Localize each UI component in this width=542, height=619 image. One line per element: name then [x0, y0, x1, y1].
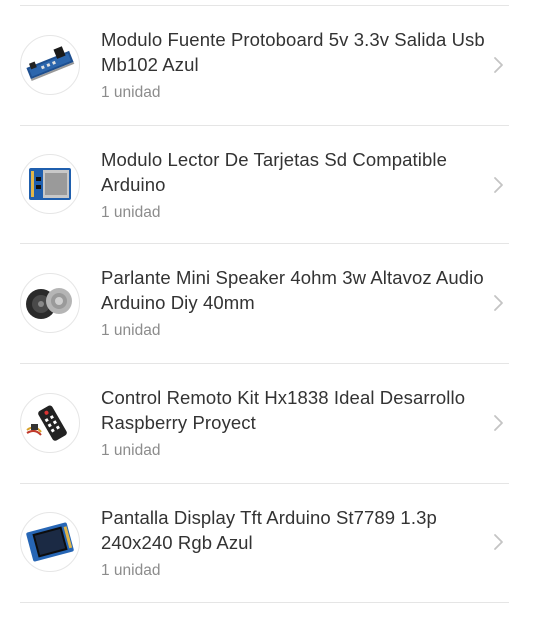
item-title: Control Remoto Kit Hx1838 Ideal Desarrol…	[101, 387, 466, 433]
sd-card-module-icon	[20, 154, 80, 214]
chevron-right-icon	[491, 532, 505, 552]
list-item-sd-card-module[interactable]: Modulo Lector De Tarjetas Sd Compatible …	[0, 126, 542, 244]
divider	[20, 602, 509, 603]
list-item-remote-control-kit[interactable]: Control Remoto Kit Hx1838 Ideal Desarrol…	[0, 364, 542, 482]
tft-display-icon	[20, 512, 80, 572]
item-quantity: 1 unidad	[101, 84, 161, 101]
chevron-right-icon	[491, 55, 505, 75]
list-item-power-module[interactable]: Modulo Fuente Protoboard 5v 3.3v Salida …	[0, 6, 542, 124]
list-item-tft-display[interactable]: Pantalla Display Tft Arduino St7789 1.3p…	[0, 484, 542, 602]
item-title: Modulo Fuente Protoboard 5v 3.3v Salida …	[101, 29, 485, 75]
item-title: Parlante Mini Speaker 4ohm 3w Altavoz Au…	[101, 267, 484, 313]
list-item-speaker[interactable]: Parlante Mini Speaker 4ohm 3w Altavoz Au…	[0, 244, 542, 362]
speaker-icon	[20, 273, 80, 333]
chevron-right-icon	[491, 413, 505, 433]
item-quantity: 1 unidad	[101, 562, 161, 579]
item-quantity: 1 unidad	[101, 322, 161, 339]
item-quantity: 1 unidad	[101, 442, 161, 459]
item-title: Modulo Lector De Tarjetas Sd Compatible …	[101, 149, 447, 195]
remote-control-kit-icon	[20, 393, 80, 453]
chevron-right-icon	[491, 293, 505, 313]
power-module-icon	[20, 35, 80, 95]
item-title: Pantalla Display Tft Arduino St7789 1.3p…	[101, 507, 437, 553]
cart-item-list: Modulo Fuente Protoboard 5v 3.3v Salida …	[0, 0, 542, 619]
chevron-right-icon	[491, 175, 505, 195]
item-quantity: 1 unidad	[101, 204, 161, 221]
